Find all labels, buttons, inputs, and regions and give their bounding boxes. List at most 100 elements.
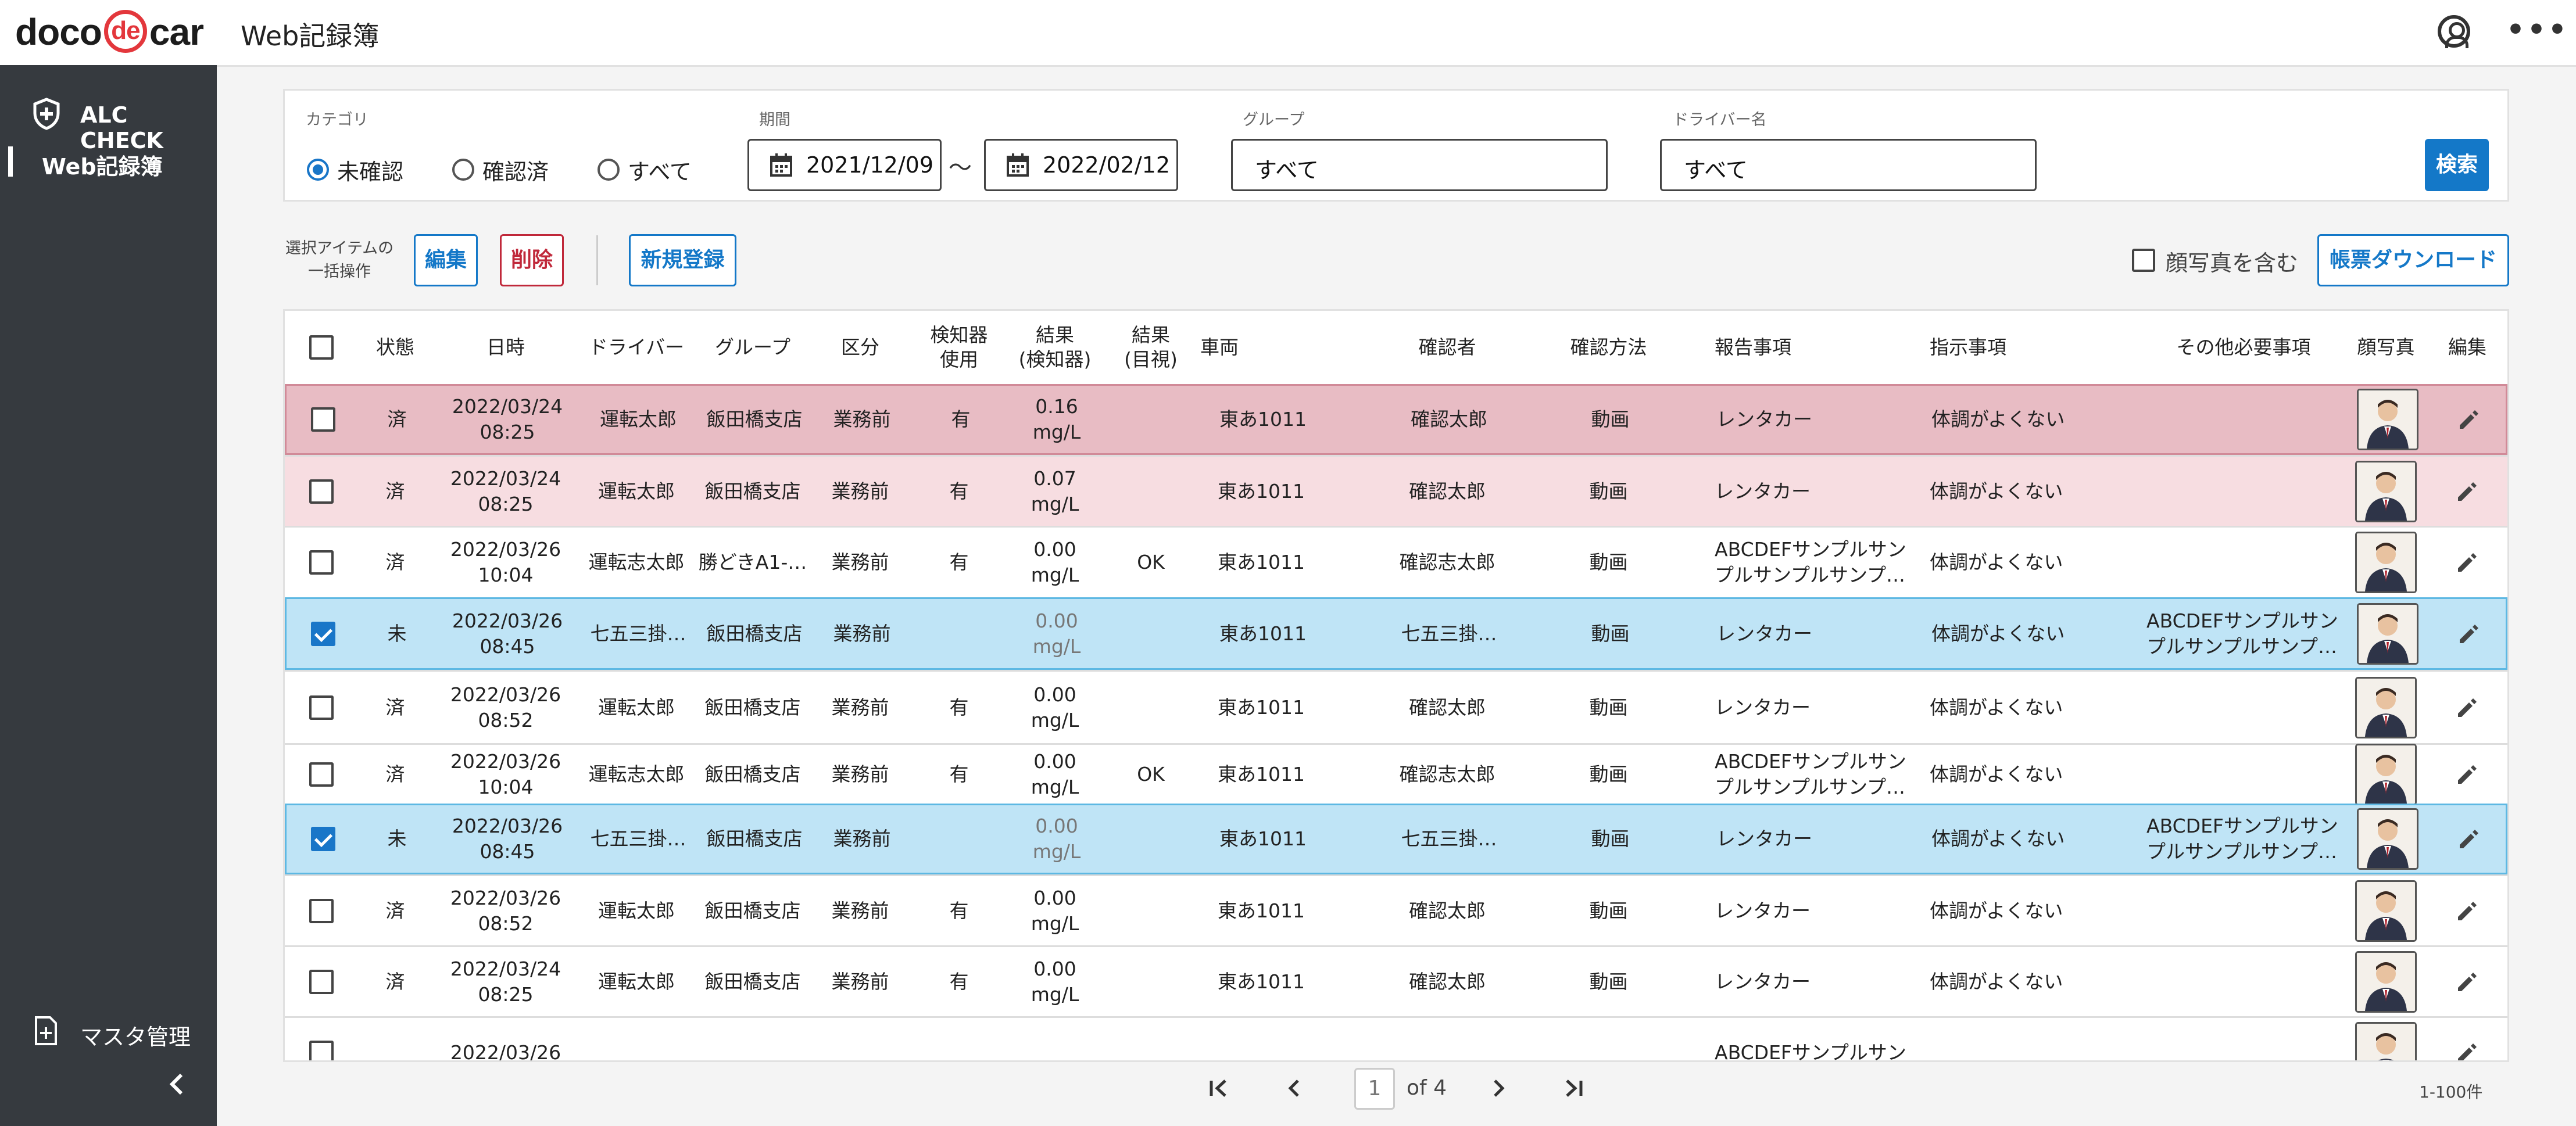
row-checkbox[interactable] (309, 762, 334, 787)
search-button[interactable]: 検索 (2425, 139, 2489, 191)
cell-detector (911, 599, 1010, 668)
column-header: 指示事項 (1930, 336, 2006, 358)
more-menu-icon[interactable]: ••• (2506, 15, 2569, 44)
cell-photo (2342, 947, 2430, 1016)
bulk-action-label: 選択アイテムの 一括操作 (285, 239, 394, 281)
result-unit: mg/L (1032, 634, 1081, 658)
row-checkbox[interactable] (309, 898, 334, 923)
cell-vehicle: 東あ1011 (1218, 695, 1305, 719)
logo[interactable]: doco de car (15, 10, 204, 56)
date-text: 2022/03/26 (452, 609, 563, 632)
date-from-input[interactable]: 2021/12/09 (747, 139, 942, 191)
cell-date: 2022/03/24 08:25 (433, 457, 578, 526)
pencil-icon[interactable] (2455, 825, 2483, 853)
row-checkbox[interactable] (309, 550, 334, 575)
cell-method: 動画 (1589, 551, 1628, 573)
radio-circle (307, 159, 329, 181)
prev-page-icon[interactable] (1280, 1074, 1309, 1103)
cell-kubun: 業務前 (831, 695, 889, 719)
row-checkbox[interactable] (310, 407, 335, 432)
column-header: 編集 (2448, 336, 2486, 358)
radio-confirmed[interactable]: 確認済 (452, 156, 549, 185)
collapse-sidebar-icon[interactable] (160, 1067, 195, 1102)
cell-edit (2430, 745, 2505, 804)
table-row[interactable]: 済 2022/03/24 08:25 運転太郎 飯田橋支店 業務前 有 0.16 mg/L 東あ1… (285, 384, 2507, 455)
pencil-icon[interactable] (2455, 620, 2483, 648)
row-checkbox[interactable] (309, 479, 334, 504)
pencil-icon[interactable] (2455, 406, 2483, 433)
cell-result: 0.00 mg/L (1010, 599, 1103, 668)
face-photo[interactable] (2355, 532, 2417, 593)
cell-kubun: 業務前 (833, 827, 891, 850)
row-checkbox[interactable] (309, 969, 334, 994)
cell-status: 未 (387, 827, 407, 850)
pencil-icon[interactable] (2453, 761, 2481, 788)
driver-select[interactable]: すべて (1660, 139, 2037, 191)
cell-photo (2342, 743, 2430, 805)
download-report-button[interactable]: 帳票ダウンロード (2317, 234, 2509, 286)
select-all-checkbox[interactable] (309, 335, 334, 360)
row-select-cell (287, 599, 359, 668)
sidebar-item-alc-check[interactable]: ALC CHECK (0, 87, 217, 153)
pencil-icon[interactable] (2453, 968, 2481, 996)
face-photo[interactable] (2355, 880, 2417, 942)
face-photo[interactable] (2355, 743, 2417, 805)
next-page-icon[interactable] (1484, 1074, 1513, 1103)
row-checkbox[interactable] (310, 827, 335, 851)
table-row[interactable]: 未 2022/03/26 08:45 七五三掛… 飯田橋支店 業務前 0.00 mg/L 東あ1… (285, 804, 2507, 874)
last-page-icon[interactable] (1559, 1074, 1588, 1103)
first-page-icon[interactable] (1204, 1074, 1233, 1103)
row-select-cell (285, 1018, 357, 1060)
pencil-icon[interactable] (2453, 694, 2481, 722)
table-row[interactable]: 済 2022/03/26 10:04 運転志太郎 飯田橋支店 業務前 有 0.00 mg/L OK… (285, 743, 2507, 805)
pencil-icon[interactable] (2453, 1039, 2481, 1063)
new-register-button[interactable]: 新規登録 (629, 234, 736, 286)
row-checkbox[interactable] (309, 695, 334, 720)
filter-panel: カテゴリ 未確認 確認済 すべて 期間 2021/12/09 〜 2022/02… (283, 89, 2509, 202)
table-row[interactable]: 済 2022/03/24 08:25 運転太郎 飯田橋支店 業務前 有 0.07 mg/L 東あ1… (285, 455, 2507, 526)
table-row[interactable]: 済 2022/03/26 08:52 運転太郎 飯田橋支店 業務前有 0.00 mg/L 東あ1… (285, 670, 2507, 743)
divider (596, 235, 598, 285)
edit-button[interactable]: 編集 (414, 234, 478, 286)
time-text: 08:52 (478, 912, 534, 935)
cell-instruction: 体調がよくない (1930, 695, 2063, 719)
delete-button[interactable]: 削除 (500, 234, 564, 286)
account-icon[interactable] (2438, 15, 2470, 48)
group-select[interactable]: すべて (1231, 139, 1608, 191)
cell-checker: 確認太郎 (1409, 479, 1486, 503)
cell-checker: 七五三掛… (1401, 827, 1497, 850)
record-count: 1-100件 (2419, 1082, 2483, 1102)
include-photo-checkbox[interactable] (2132, 249, 2155, 272)
sidebar-item-master[interactable]: マスタ管理 (0, 1006, 217, 1053)
cell-checker: 七五三掛… (1401, 622, 1497, 645)
face-photo[interactable] (2357, 603, 2418, 665)
face-photo[interactable] (2355, 460, 2417, 522)
table-row[interactable]: 済 2022/03/26 08:52 運転太郎 飯田橋支店 業務前有 0.00 mg/L 東あ1… (285, 874, 2507, 945)
radio-all[interactable]: すべて (598, 156, 692, 185)
cell-edit (2430, 1018, 2505, 1063)
pencil-icon[interactable] (2453, 548, 2481, 576)
face-photo[interactable] (2355, 1021, 2417, 1060)
cell-vehicle (1200, 1018, 1369, 1060)
face-photo[interactable] (2355, 951, 2417, 1013)
cell-photo (2344, 386, 2431, 453)
result-unit: mg/L (1031, 982, 1079, 1006)
face-photo[interactable] (2357, 389, 2418, 450)
radio-unconfirmed[interactable]: 未確認 (307, 156, 403, 185)
face-photo[interactable] (2357, 808, 2418, 870)
table-row[interactable]: 済 2022/03/26 10:04 運転志太郎 勝どきA1-… 業務前 有 0.00 mg/L… (285, 526, 2507, 597)
page-number-input[interactable]: 1 (1354, 1068, 1395, 1110)
person-photo-icon (2357, 952, 2415, 1011)
row-checkbox[interactable] (309, 1040, 334, 1060)
pencil-icon[interactable] (2453, 478, 2481, 505)
table-row[interactable]: 未 2022/03/26 08:45 七五三掛… 飯田橋支店 業務前 0.00 mg/L 東あ1… (285, 597, 2507, 670)
cell-vehicle: 東あ1011 (1219, 827, 1307, 850)
sidebar-item-web-record[interactable]: Web記録簿 (0, 141, 217, 181)
row-checkbox[interactable] (310, 621, 335, 646)
date-to-input[interactable]: 2022/02/12 (984, 139, 1178, 191)
face-photo[interactable] (2355, 676, 2417, 738)
table-row[interactable]: 2022/03/26 ABCDEFサンプルサン (285, 1016, 2507, 1063)
cell-vehicle: 東あ1011 (1218, 479, 1305, 503)
pencil-icon[interactable] (2453, 897, 2481, 925)
table-row[interactable]: 済 2022/03/24 08:25 運転太郎 飯田橋支店 業務前 有 0.00 mg/L 東あ1… (285, 945, 2507, 1016)
